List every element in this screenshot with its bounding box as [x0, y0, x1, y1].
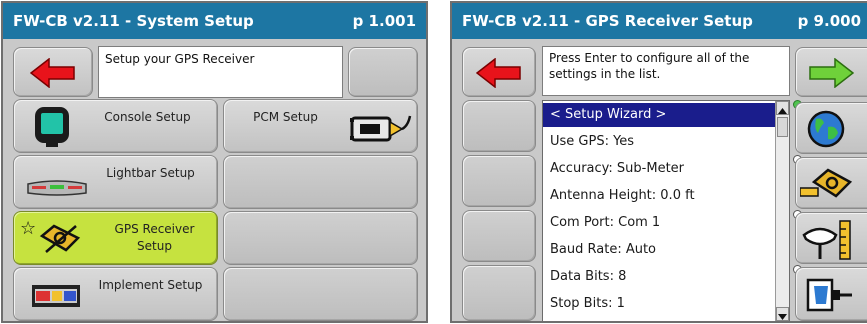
blank-button-row2[interactable]: [223, 155, 418, 209]
console-display-icon: [35, 107, 69, 147]
next-button[interactable]: [795, 47, 867, 97]
list-item[interactable]: Com Port: Com 1: [543, 211, 775, 235]
page-number: p 1.001: [352, 12, 416, 30]
lightbar-setup-button[interactable]: Lightbar Setup: [13, 155, 218, 209]
gps-receiver-setup-button[interactable]: ☆ GPS Receiver Setup: [13, 211, 218, 265]
blank-side-button-1[interactable]: [462, 100, 536, 152]
gps-receiver-setup-screen: FW-CB v2.11 - GPS Receiver Setup p 9.000…: [450, 1, 867, 323]
gps-receiver-icon: [800, 168, 852, 198]
globe-button[interactable]: [795, 102, 867, 154]
blank-button-row4[interactable]: [223, 267, 418, 321]
list-item[interactable]: Data Bits: 8: [543, 265, 775, 289]
list-item[interactable]: Antenna Height: 0.0 ft: [543, 184, 775, 208]
green-right-arrow-icon: [809, 58, 854, 88]
gps-receiver-icon: [39, 224, 81, 253]
page-number: p 9.000: [797, 12, 861, 30]
scroll-thumb[interactable]: [777, 117, 788, 137]
gps-receiver-setup-label-line2: Setup: [137, 239, 172, 253]
scroll-down-button[interactable]: [776, 307, 789, 321]
blank-button-row3[interactable]: [223, 211, 418, 265]
implement-icon: [32, 285, 80, 307]
antenna-height-icon: [802, 220, 851, 260]
list-item[interactable]: Use GPS: Yes: [543, 130, 775, 154]
title-bar: FW-CB v2.11 - GPS Receiver Setup p 9.000: [452, 3, 867, 39]
lightbar-setup-label: Lightbar Setup: [106, 166, 195, 180]
blank-side-button-3[interactable]: [462, 210, 536, 262]
list-item[interactable]: Accuracy: Sub-Meter: [543, 157, 775, 181]
screen-title: FW-CB v2.11 - GPS Receiver Setup: [462, 12, 753, 30]
console-setup-button[interactable]: Console Setup: [13, 99, 218, 153]
pcm-module-icon: [350, 115, 412, 142]
blank-button-top-right[interactable]: [348, 47, 418, 97]
gps-receiver-setup-label-line1: GPS Receiver: [114, 222, 195, 236]
scroll-up-arrow-icon: [778, 108, 787, 114]
star-icon: ☆: [20, 218, 37, 239]
red-left-arrow-icon: [476, 58, 521, 88]
message-box: Press Enter to configure all of the sett…: [542, 46, 790, 96]
list-item[interactable]: Baud Rate: Auto: [543, 238, 775, 262]
com-port-button[interactable]: [795, 267, 867, 321]
blank-side-button-4[interactable]: [462, 265, 536, 321]
globe-icon: [807, 110, 845, 148]
title-bar: FW-CB v2.11 - System Setup p 1.001: [3, 3, 426, 39]
list-scrollbar[interactable]: [775, 101, 789, 321]
back-button[interactable]: [462, 47, 536, 97]
antenna-height-button[interactable]: [795, 212, 867, 264]
back-button[interactable]: [13, 47, 93, 97]
gps-receiver-button[interactable]: [795, 157, 867, 209]
pcm-setup-label: PCM Setup: [253, 110, 318, 124]
system-setup-screen: FW-CB v2.11 - System Setup p 1.001 Setup…: [1, 1, 428, 323]
scroll-down-arrow-icon: [778, 314, 787, 320]
settings-list[interactable]: < Setup Wizard > Use GPS: Yes Accuracy: …: [542, 100, 790, 321]
implement-setup-label: Implement Setup: [98, 278, 203, 292]
implement-setup-button[interactable]: Implement Setup: [13, 267, 218, 321]
list-item[interactable]: Stop Bits: 1: [543, 292, 775, 316]
scroll-up-button[interactable]: [776, 101, 789, 115]
console-setup-label: Console Setup: [104, 110, 191, 124]
lightbar-icon: [27, 180, 87, 196]
list-item[interactable]: < Setup Wizard >: [543, 103, 775, 127]
pcm-setup-button[interactable]: PCM Setup: [223, 99, 418, 153]
blank-side-button-2[interactable]: [462, 155, 536, 207]
message-box: Setup your GPS Receiver: [98, 46, 343, 98]
red-left-arrow-icon: [30, 58, 75, 88]
screen-title: FW-CB v2.11 - System Setup: [13, 12, 254, 30]
com-port-connector-icon: [806, 278, 852, 312]
